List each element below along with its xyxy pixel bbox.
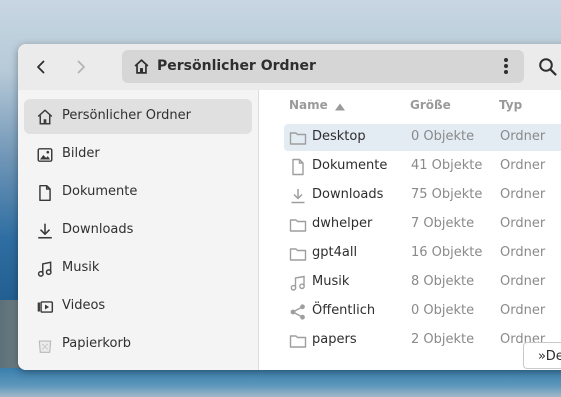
chevron-left-icon (37, 60, 45, 74)
chevron-right-icon (77, 60, 85, 74)
sidebar-item-downloads[interactable]: Downloads (24, 213, 252, 248)
file-size: 75 Objekte (411, 187, 483, 202)
table-row[interactable]: Downloads 75 Objekte Ordner (284, 182, 561, 209)
download-folder-icon (291, 189, 305, 204)
file-name: papers (312, 332, 357, 347)
file-size: 2 Objekte (411, 332, 475, 347)
sidebar-item-label: Dokumente (62, 184, 138, 199)
sidebar-item-label: Downloads (62, 222, 134, 237)
file-size: 16 Objekte (411, 245, 483, 260)
file-type: Ordner (500, 274, 546, 289)
home-icon (134, 59, 149, 74)
file-size: 0 Objekte (411, 303, 475, 318)
document-folder-icon (292, 158, 304, 176)
kebab-menu-icon[interactable] (496, 56, 516, 76)
file-size: 0 Objekte (411, 129, 475, 144)
music-icon (37, 261, 52, 277)
table-row[interactable]: Öffentlich 0 Objekte Ordner (284, 298, 561, 325)
sidebar-item-label: Persönlicher Ordner (62, 108, 191, 123)
folder-icon (289, 132, 307, 145)
sidebar-item-label: Musik (62, 260, 100, 275)
file-type: Ordner (500, 216, 546, 231)
sidebar-item-home[interactable]: Persönlicher Ordner (24, 99, 252, 134)
path-current-folder[interactable]: Persönlicher Ordner (157, 58, 316, 74)
column-header-name[interactable]: Name (289, 98, 328, 112)
trash-icon (38, 340, 52, 353)
download-icon (38, 223, 52, 239)
column-header-type[interactable]: Typ (499, 98, 522, 112)
forward-button[interactable] (66, 52, 96, 82)
path-bar[interactable]: Persönlicher Ordner (122, 50, 524, 83)
file-manager-window: Persönlicher Ordner Persönlicher Ordner (18, 44, 561, 370)
folder-icon (289, 248, 307, 261)
table-row[interactable]: papers 2 Objekte Ordner (284, 327, 561, 354)
music-folder-icon (290, 275, 305, 291)
sidebar: Persönlicher Ordner Bilder Dokumente Dow… (18, 90, 259, 370)
file-size: 7 Objekte (411, 216, 475, 231)
file-type: Ordner (500, 158, 546, 173)
file-list: Name Größe Typ Desktop 0 Objekte Ordner … (259, 90, 561, 370)
back-button[interactable] (26, 52, 56, 82)
file-name: Öffentlich (312, 303, 376, 318)
sort-ascending-icon[interactable] (334, 102, 346, 112)
file-type: Ordner (500, 187, 546, 202)
file-name: Downloads (312, 187, 384, 202)
sidebar-item-label: Papierkorb (62, 336, 132, 351)
file-size: 41 Objekte (411, 158, 483, 173)
file-name: Musik (312, 274, 350, 289)
sidebar-item-label: Videos (62, 298, 106, 313)
sidebar-item-documents[interactable]: Dokumente (24, 175, 252, 210)
image-icon (37, 148, 53, 162)
share-folder-icon (290, 304, 305, 320)
file-type: Ordner (500, 245, 546, 260)
file-name: Desktop (312, 129, 366, 144)
sidebar-item-label: Bilder (62, 146, 100, 161)
home-icon (37, 109, 53, 125)
sidebar-item-videos[interactable]: Videos (24, 289, 252, 324)
column-header-size[interactable]: Größe (410, 98, 451, 112)
table-row[interactable]: dwhelper 7 Objekte Ordner (284, 211, 561, 238)
sidebar-item-trash[interactable]: Papierkorb (24, 327, 252, 362)
search-icon[interactable] (538, 57, 558, 77)
video-icon (37, 301, 54, 313)
wallpaper-sea (0, 368, 561, 397)
file-type: Ordner (500, 303, 546, 318)
file-name: Dokumente (312, 158, 388, 173)
table-row[interactable]: Dokumente 41 Objekte Ordner (284, 153, 561, 180)
file-type: Ordner (500, 129, 546, 144)
file-name: dwhelper (312, 216, 373, 231)
table-row[interactable]: gpt4all 16 Objekte Ordner (284, 240, 561, 267)
headerbar: Persönlicher Ordner (18, 44, 561, 90)
sidebar-item-pictures[interactable]: Bilder (24, 137, 252, 172)
tooltip: »De (523, 342, 561, 369)
file-name: gpt4all (312, 245, 358, 260)
table-row[interactable]: Desktop 0 Objekte Ordner (284, 124, 561, 151)
document-icon (39, 184, 51, 202)
folder-icon (289, 335, 307, 348)
table-row[interactable]: Musik 8 Objekte Ordner (284, 269, 561, 296)
folder-icon (289, 219, 307, 232)
sidebar-item-music[interactable]: Musik (24, 251, 252, 286)
file-size: 8 Objekte (411, 274, 475, 289)
